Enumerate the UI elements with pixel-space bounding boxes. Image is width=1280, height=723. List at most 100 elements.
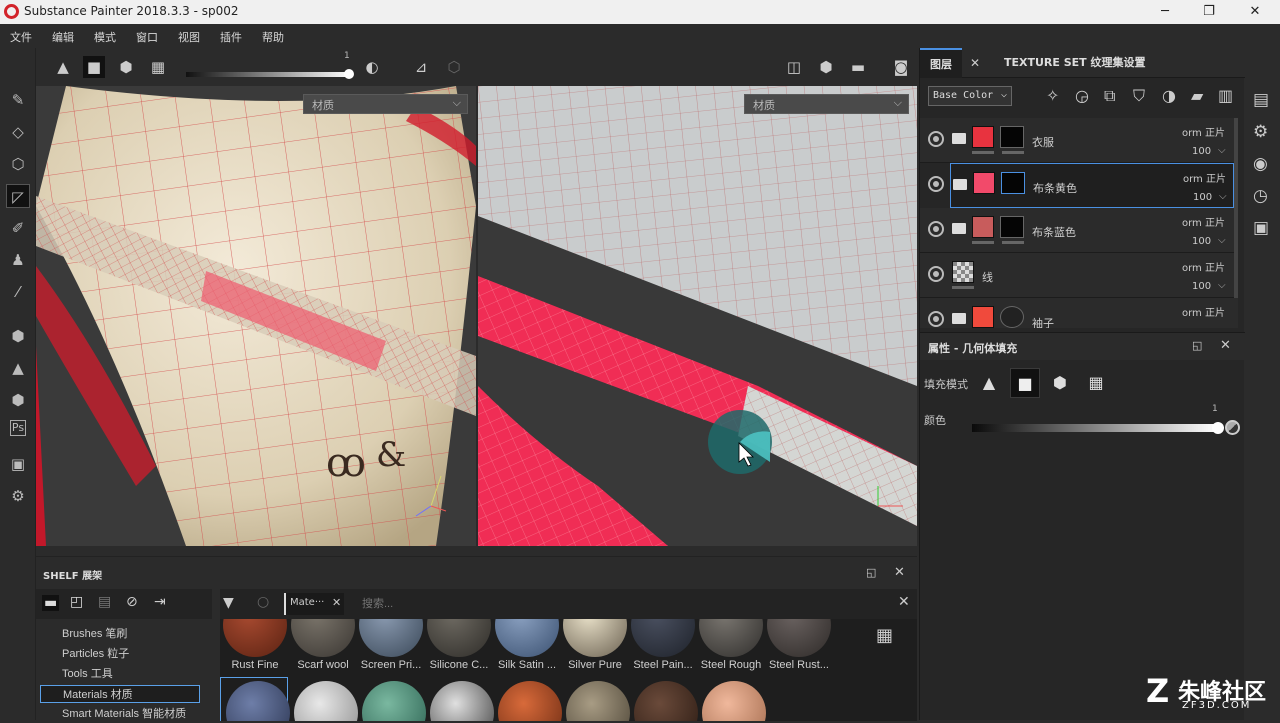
maximize-button[interactable]: ❐ xyxy=(1194,2,1224,22)
layers-panel-icon[interactable]: ▤ xyxy=(1253,90,1269,110)
layer-opacity[interactable]: 100 xyxy=(1192,236,1211,247)
eye-icon[interactable] xyxy=(928,311,944,327)
fill-polygon-icon[interactable]: ■ xyxy=(1010,368,1040,398)
eye-icon[interactable] xyxy=(928,176,944,192)
material-thumb[interactable] xyxy=(634,681,698,721)
color-picker-toggle-icon[interactable]: ◐ xyxy=(361,56,383,78)
float-panel-icon[interactable]: ◱ xyxy=(1192,339,1202,352)
layer-mask-thumb[interactable] xyxy=(1001,172,1025,194)
settings-icon[interactable]: ⚙ xyxy=(6,484,30,508)
color-slider-handle[interactable] xyxy=(1212,422,1224,434)
symmetry-icon[interactable]: ⊿ xyxy=(410,56,432,78)
menu-view[interactable]: 视图 xyxy=(178,29,200,45)
layer-item[interactable]: 衣服 orm 正片 100 ⌵ xyxy=(920,118,1238,163)
notification-icon[interactable]: ▲ xyxy=(6,356,30,380)
menu-plugins[interactable]: 插件 xyxy=(220,29,242,45)
layer-opacity[interactable]: 100 xyxy=(1192,281,1211,292)
material-thumb[interactable] xyxy=(566,681,630,721)
shelf-category-particles[interactable]: Particles 粒子 xyxy=(40,645,200,663)
remove-tag-icon[interactable]: ✕ xyxy=(332,596,341,609)
viewport-channel-select[interactable]: 材质 ⌵ xyxy=(303,94,468,114)
add-fill-layer-icon[interactable]: ⛉ xyxy=(1133,86,1145,106)
material-thumb[interactable] xyxy=(359,619,423,657)
viewport-3d[interactable]: ꝏ & 材质 ⌵ xyxy=(36,86,476,546)
triangle-fill-icon[interactable]: ▲ xyxy=(52,56,74,78)
display-settings-icon[interactable]: ◉ xyxy=(1253,154,1268,174)
material-thumb[interactable] xyxy=(563,619,627,657)
screenshot-icon[interactable]: ◙ xyxy=(890,56,912,78)
history-icon[interactable]: ◷ xyxy=(1253,186,1268,206)
layer-mask-thumb[interactable] xyxy=(1000,126,1024,148)
layer-item[interactable]: 线 orm 正片 100 ⌵ xyxy=(920,253,1238,298)
shelf-search-input[interactable] xyxy=(350,593,890,615)
shelf-category-brushes[interactable]: Brushes 笔刷 xyxy=(40,625,200,643)
uv-fill-icon[interactable]: ▦ xyxy=(147,56,169,78)
filter-icon[interactable]: ▼ xyxy=(223,595,234,611)
clear-search-icon[interactable]: ✕ xyxy=(898,594,910,610)
layer-blend-mode[interactable]: orm 正片 xyxy=(1182,214,1225,229)
chevron-down-icon[interactable]: ⌵ xyxy=(1218,145,1226,156)
split-view-icon[interactable]: ◫ xyxy=(783,56,805,78)
layer-blend-mode[interactable]: orm 正片 xyxy=(1182,259,1225,274)
menu-window[interactable]: 窗口 xyxy=(136,29,158,45)
polygon-fill-icon[interactable]: ■ xyxy=(83,56,105,78)
close-window-button[interactable]: ✕ xyxy=(1240,2,1270,22)
material-thumb[interactable] xyxy=(699,619,763,657)
uv-render-2d[interactable] xyxy=(478,86,917,546)
menu-file[interactable]: 文件 xyxy=(10,29,32,45)
layer-item-selected[interactable]: 布条黄色 orm 正片 100 ⌵ xyxy=(950,163,1234,208)
float-panel-icon[interactable]: ◱ xyxy=(866,566,876,579)
viewport-2d-uv[interactable]: 材质 ⌵ xyxy=(478,86,917,546)
grid-view-icon[interactable]: ▦ xyxy=(876,625,893,646)
layer-opacity[interactable]: 100 xyxy=(1192,146,1211,157)
hide-icon[interactable]: ⊘ xyxy=(126,594,138,610)
chevron-down-icon[interactable]: ⌵ xyxy=(1218,235,1226,246)
paint-brush-icon[interactable]: ✎ xyxy=(6,88,30,112)
fill-mesh-icon[interactable]: ⬢ xyxy=(1047,370,1073,396)
menu-help[interactable]: 帮助 xyxy=(262,29,284,45)
menu-mode[interactable]: 模式 xyxy=(94,29,116,45)
photoshop-export-icon[interactable]: Ps xyxy=(10,420,26,436)
eraser-icon[interactable]: ◇ xyxy=(6,120,30,144)
menu-edit[interactable]: 编辑 xyxy=(52,29,74,45)
folder-icon[interactable]: ▬ xyxy=(42,595,60,611)
material-thumb[interactable] xyxy=(291,619,355,657)
refresh-icon[interactable]: ○ xyxy=(257,594,269,610)
material-thumb[interactable] xyxy=(631,619,695,657)
shelf-category-materials[interactable]: Materials 材质 xyxy=(40,685,200,703)
new-shelf-icon[interactable]: ◰ xyxy=(70,594,83,610)
viewport-2d-channel-select[interactable]: 材质 ⌵ xyxy=(744,94,909,114)
viewer-icon[interactable]: ▣ xyxy=(6,452,30,476)
material-thumb[interactable] xyxy=(498,681,562,721)
fill-triangle-icon[interactable]: ▲ xyxy=(976,370,1002,396)
3d-view-icon[interactable]: ⬢ xyxy=(815,56,837,78)
color-picker-icon[interactable]: ⁄ xyxy=(6,280,30,304)
layer-item[interactable]: 袖子 orm 正片 xyxy=(920,298,1238,328)
chevron-down-icon[interactable]: ⌵ xyxy=(1219,191,1227,202)
add-smart-material-icon[interactable]: ◶ xyxy=(1075,86,1089,105)
layer-mask-thumb[interactable] xyxy=(1000,306,1024,328)
layer-blend-mode[interactable]: orm 正片 xyxy=(1183,170,1226,185)
color-picker-icon[interactable] xyxy=(1225,420,1240,435)
eye-icon[interactable] xyxy=(928,221,944,237)
import-icon[interactable]: ⇥ xyxy=(154,594,166,610)
eye-icon[interactable] xyxy=(928,131,944,147)
tab-texture-set[interactable]: TEXTURE SET 纹理集设置 xyxy=(994,48,1156,78)
channel-select[interactable]: Base Color ⌵ xyxy=(928,86,1012,106)
material-thumb[interactable] xyxy=(495,619,559,657)
tab-layers[interactable]: 图层 xyxy=(920,48,962,78)
add-layer-icon[interactable]: ⧉ xyxy=(1104,86,1115,106)
layer-scrollbar[interactable] xyxy=(1234,118,1238,298)
add-effect-icon[interactable]: ✧ xyxy=(1046,86,1059,105)
color-value-slider[interactable] xyxy=(972,424,1218,432)
delete-layer-icon[interactable]: ▥ xyxy=(1218,86,1233,105)
layer-blend-mode[interactable]: orm 正片 xyxy=(1182,124,1225,139)
close-properties-icon[interactable]: ✕ xyxy=(1220,338,1231,353)
layer-mask-thumb[interactable] xyxy=(1000,216,1024,238)
mesh-fill-icon[interactable]: ⬢ xyxy=(115,56,137,78)
color-slider[interactable] xyxy=(186,72,350,77)
shelf-category-smart-materials[interactable]: Smart Materials 智能材质 xyxy=(40,705,200,723)
chevron-down-icon[interactable]: ⌵ xyxy=(1218,280,1226,291)
material-thumb[interactable] xyxy=(430,681,494,721)
symmetry-settings-icon[interactable]: ⬡ xyxy=(443,56,465,78)
